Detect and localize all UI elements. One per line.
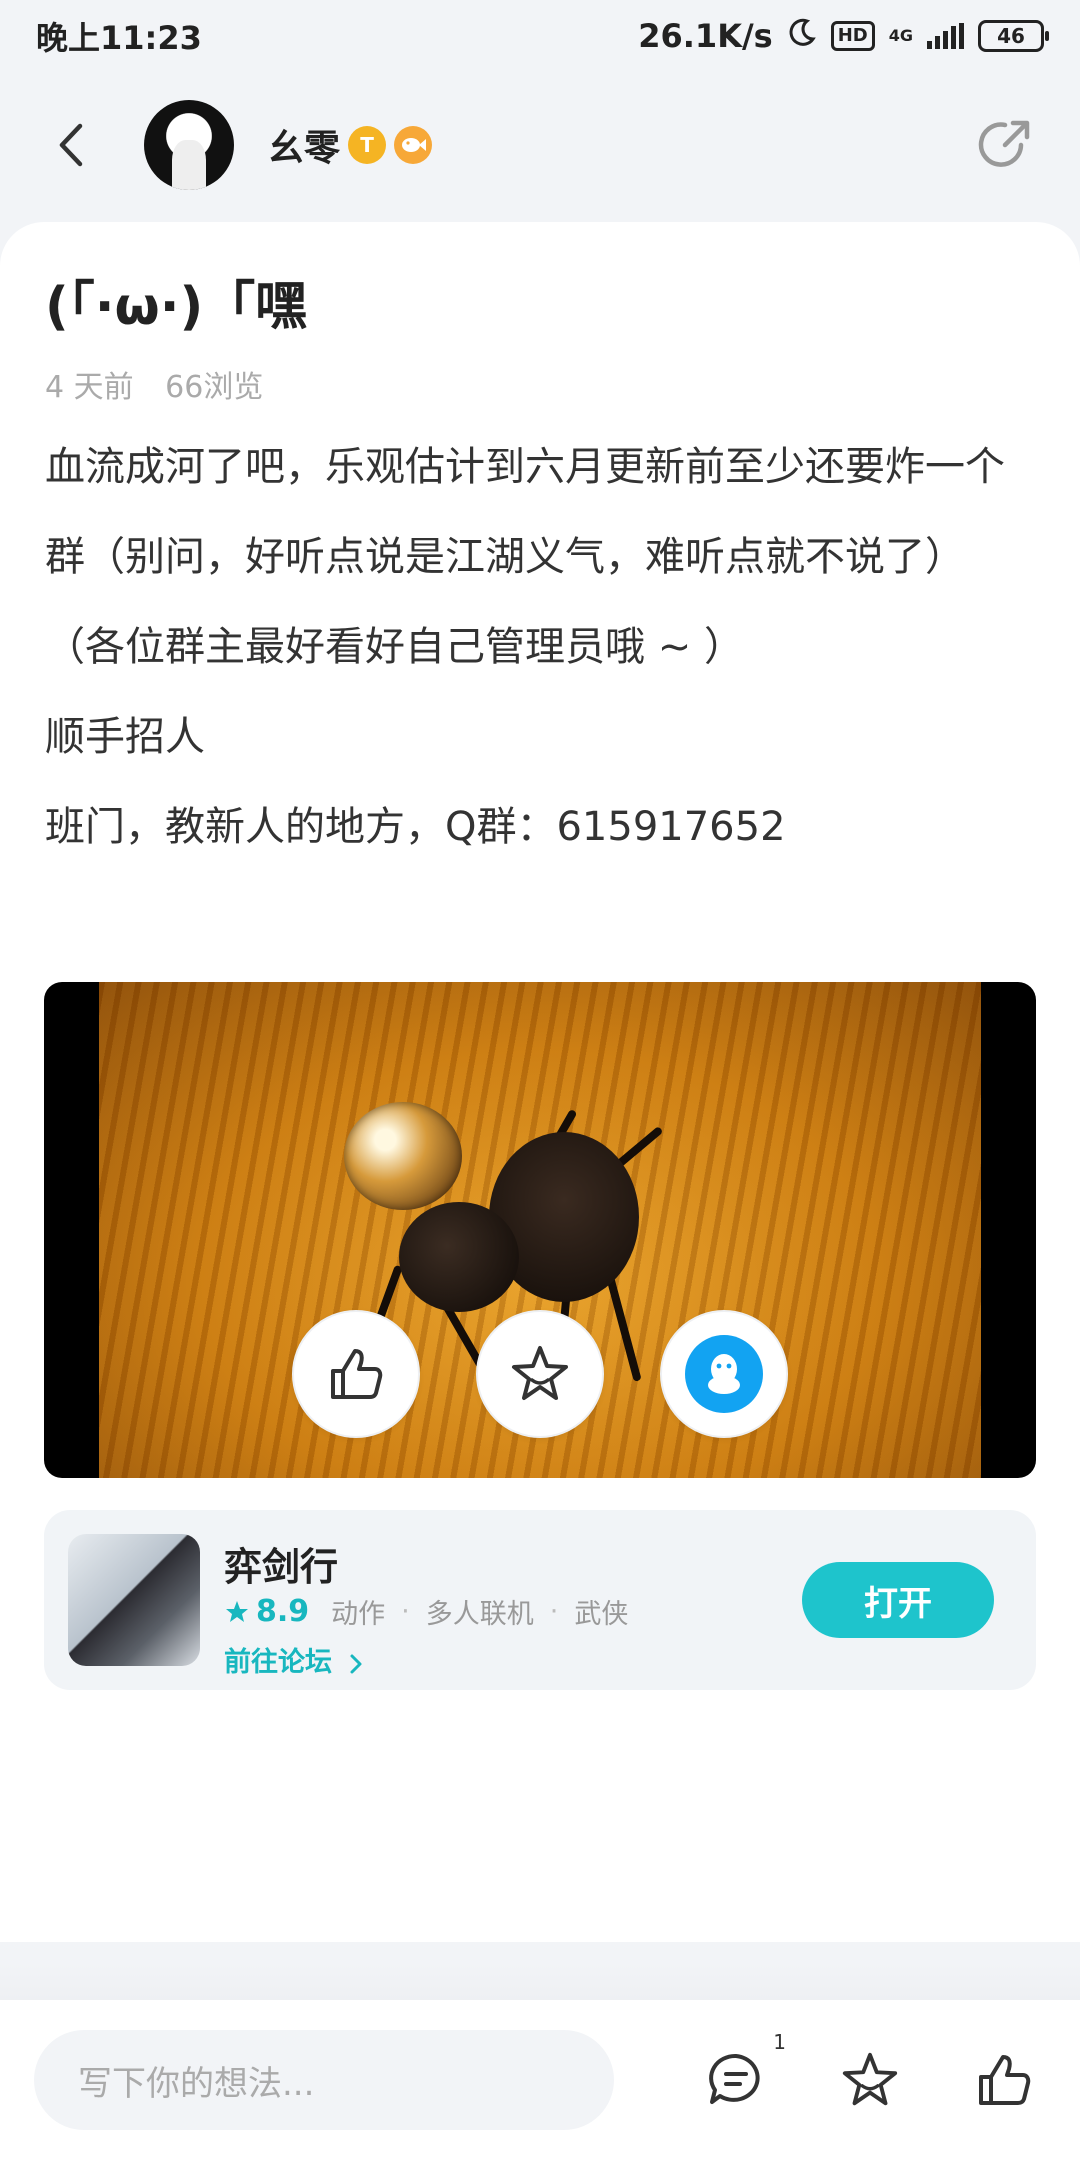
signal-icon [927,23,964,49]
bottom-actions: 1 [704,2030,1046,2112]
like-bottom-button[interactable] [972,2048,1036,2112]
post-meta: 4 天前 66浏览 [45,362,285,406]
star-rating-icon [226,1600,248,1622]
star-icon [842,2052,898,2106]
post-paragraph: 班门，教新人的地方，Q群：615917652 [45,804,786,850]
chevron-left-icon [59,123,83,167]
fish-badge-icon [394,126,433,164]
comment-count: 1 [773,2030,786,2054]
share-button[interactable] [970,110,1040,180]
game-rating: 8.9 [256,1594,310,1629]
author-name[interactable]: 幺零 [268,119,340,171]
game-icon[interactable] [68,1534,200,1666]
level-badge-icon: T [348,126,387,164]
star-icon [512,1346,568,1400]
post-views: 66浏览 [165,370,264,405]
net-speed: 26.1K/s [638,17,773,55]
post-header: 幺零 T [0,90,1080,200]
divider [0,1962,1080,2002]
post-actions [0,1310,1080,1440]
post-paragraph: 血流成河了吧，乐观估计到六月更新前至少还要炸一个群（别问，好听点说是江湖义气，难… [45,444,1005,580]
status-indicators: 26.1K/s HD 4G 46 [638,17,1049,55]
game-card[interactable]: 弈剑行 8.9 动作 · 多人联机 · 武侠 前往论坛 打开 [44,1510,1036,1690]
moon-icon [787,17,817,55]
qq-icon [685,1335,763,1413]
back-button[interactable] [40,113,104,177]
bottom-bar: 写下你的想法... 1 [0,2000,1080,2160]
hd-icon: HD [830,21,875,51]
network-type: 4G [888,26,913,45]
game-info: 8.9 动作 · 多人联机 · 武侠 [224,1592,628,1631]
forum-link[interactable]: 前往论坛 [224,1640,365,1679]
status-bar: 晚上11:23 26.1K/s HD 4G 46 [0,0,1080,72]
game-tag: 动作 [331,1599,386,1630]
qq-share-button[interactable] [660,1310,788,1438]
battery-icon: 46 [978,20,1049,52]
game-tag: 多人联机 [425,1599,534,1630]
post-title: (「·ω·)「嘿 [45,277,308,337]
like-button[interactable] [292,1310,420,1438]
post-body: 血流成河了吧，乐观估计到六月更新前至少还要炸一个群（别问，好听点说是江湖义气，难… [45,422,1035,872]
favorite-bottom-button[interactable] [838,2048,902,2112]
chevron-right-icon [350,1654,362,1673]
post-paragraph: 顺手招人 [45,714,205,760]
post-paragraph: （各位群主最好看好自己管理员哦 ~ ） [45,624,744,670]
forum-link-label: 前往论坛 [224,1647,332,1678]
game-tag: 武侠 [574,1599,629,1630]
share-icon [978,120,1030,167]
thumbs-up-icon [979,2055,1031,2105]
game-name: 弈剑行 [224,1545,339,1589]
status-time: 晚上11:23 [36,19,202,57]
comments-button[interactable]: 1 [704,2030,786,2112]
favorite-button[interactable] [476,1310,604,1438]
thumbs-up-icon [331,1349,383,1399]
open-game-button[interactable]: 打开 [802,1562,994,1638]
post-time: 4 天前 [45,370,134,405]
author-avatar[interactable] [144,100,234,190]
water-droplet [344,1102,462,1210]
comment-icon [709,2053,760,2104]
comment-input[interactable]: 写下你的想法... [34,2030,614,2130]
